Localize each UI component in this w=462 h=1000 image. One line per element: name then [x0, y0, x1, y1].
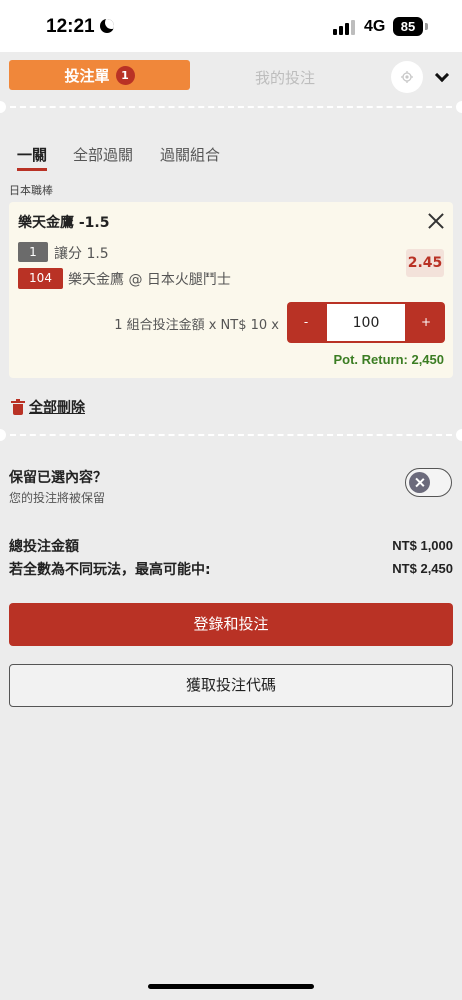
- chevron-down-icon[interactable]: [434, 67, 450, 83]
- gear-icon: [401, 71, 413, 83]
- tab-single[interactable]: 一關: [17, 144, 47, 165]
- keep-selections-toggle[interactable]: [405, 468, 452, 497]
- delete-all-button[interactable]: 全部刪除: [11, 397, 85, 417]
- bet-slip-header: 投注單 1 我的投注: [0, 52, 462, 98]
- tab-bet-slip-label: 投注單: [64, 66, 110, 85]
- toggle-off-icon: [409, 472, 430, 493]
- signal-icon: [333, 19, 357, 35]
- bet-count-badge: 1: [115, 65, 135, 85]
- trash-icon: [11, 399, 25, 415]
- home-indicator[interactable]: [148, 984, 314, 989]
- battery-tip: [425, 23, 428, 30]
- active-tab-underline: [17, 168, 47, 171]
- get-bet-code-button[interactable]: 獲取投注代碼: [9, 664, 453, 707]
- potential-return: Pot. Return: 2,450: [333, 352, 444, 367]
- match-label: 樂天金鷹 @ 日本火腿鬥士: [68, 272, 231, 288]
- keep-selections-subtitle: 您的投注將被保留: [9, 491, 106, 505]
- stake-stepper: - +: [287, 302, 445, 343]
- total-stake-label: 總投注金額: [9, 539, 79, 555]
- network-type: 4G: [364, 18, 386, 35]
- odds-value: 2.45: [406, 249, 444, 277]
- selection-title: 樂天金鷹 -1.5: [18, 215, 110, 231]
- keep-selections-title: 保留已選內容？: [9, 470, 107, 486]
- delete-all-label: 全部刪除: [29, 400, 85, 416]
- max-win-label: 若全數為不同玩法，最高可能中:: [9, 562, 211, 578]
- status-time: 12:21: [46, 16, 95, 37]
- status-bar: 12:21 4G 85: [0, 0, 462, 52]
- stake-input[interactable]: [327, 304, 405, 341]
- dashed-divider: [0, 101, 462, 113]
- moon-icon: [100, 19, 114, 33]
- login-and-bet-button[interactable]: 登錄和投注: [9, 603, 453, 646]
- tab-my-bets[interactable]: 我的投注: [230, 67, 340, 88]
- tab-bet-slip[interactable]: 投注單 1: [9, 60, 190, 90]
- dashed-divider: [0, 429, 462, 441]
- increase-stake-button[interactable]: +: [407, 302, 445, 343]
- tab-parlay-combo[interactable]: 過關組合: [160, 144, 220, 165]
- max-win-value: NT$ 2,450: [392, 561, 453, 576]
- close-icon[interactable]: [426, 211, 446, 231]
- league-label: 日本職棒: [9, 184, 53, 197]
- stake-label: 1 組合投注金額 x NT$ 10 x: [114, 318, 279, 333]
- total-stake-value: NT$ 1,000: [392, 538, 453, 553]
- battery-icon: 85: [393, 17, 423, 36]
- tab-all-parlay[interactable]: 全部過關: [73, 144, 133, 165]
- market-badge: 1: [18, 242, 48, 262]
- bet-selection-card: 樂天金鷹 -1.5 1 讓分 1.5 104 樂天金鷹 @ 日本火腿鬥士 2.4…: [9, 202, 453, 378]
- match-id-badge: 104: [18, 268, 63, 289]
- settings-button[interactable]: [391, 61, 423, 93]
- market-label: 讓分 1.5: [54, 246, 109, 262]
- decrease-stake-button[interactable]: -: [287, 302, 325, 343]
